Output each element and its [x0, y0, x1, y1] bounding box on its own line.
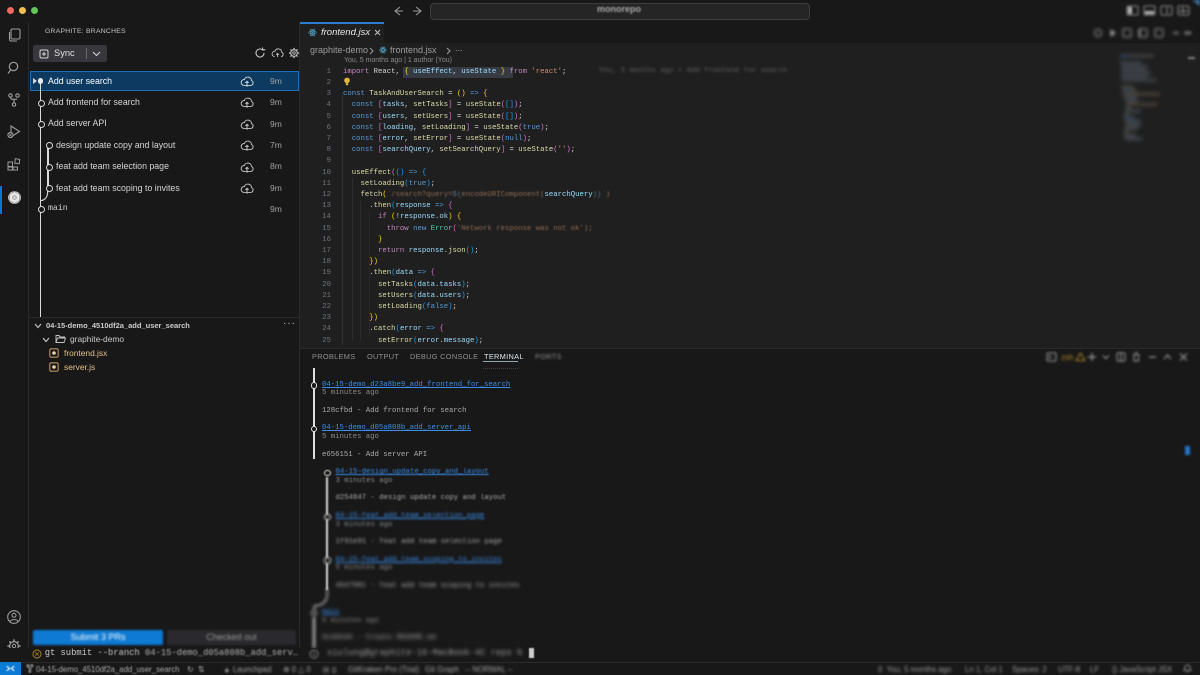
svg-text:zsh: zsh	[1061, 353, 1073, 362]
